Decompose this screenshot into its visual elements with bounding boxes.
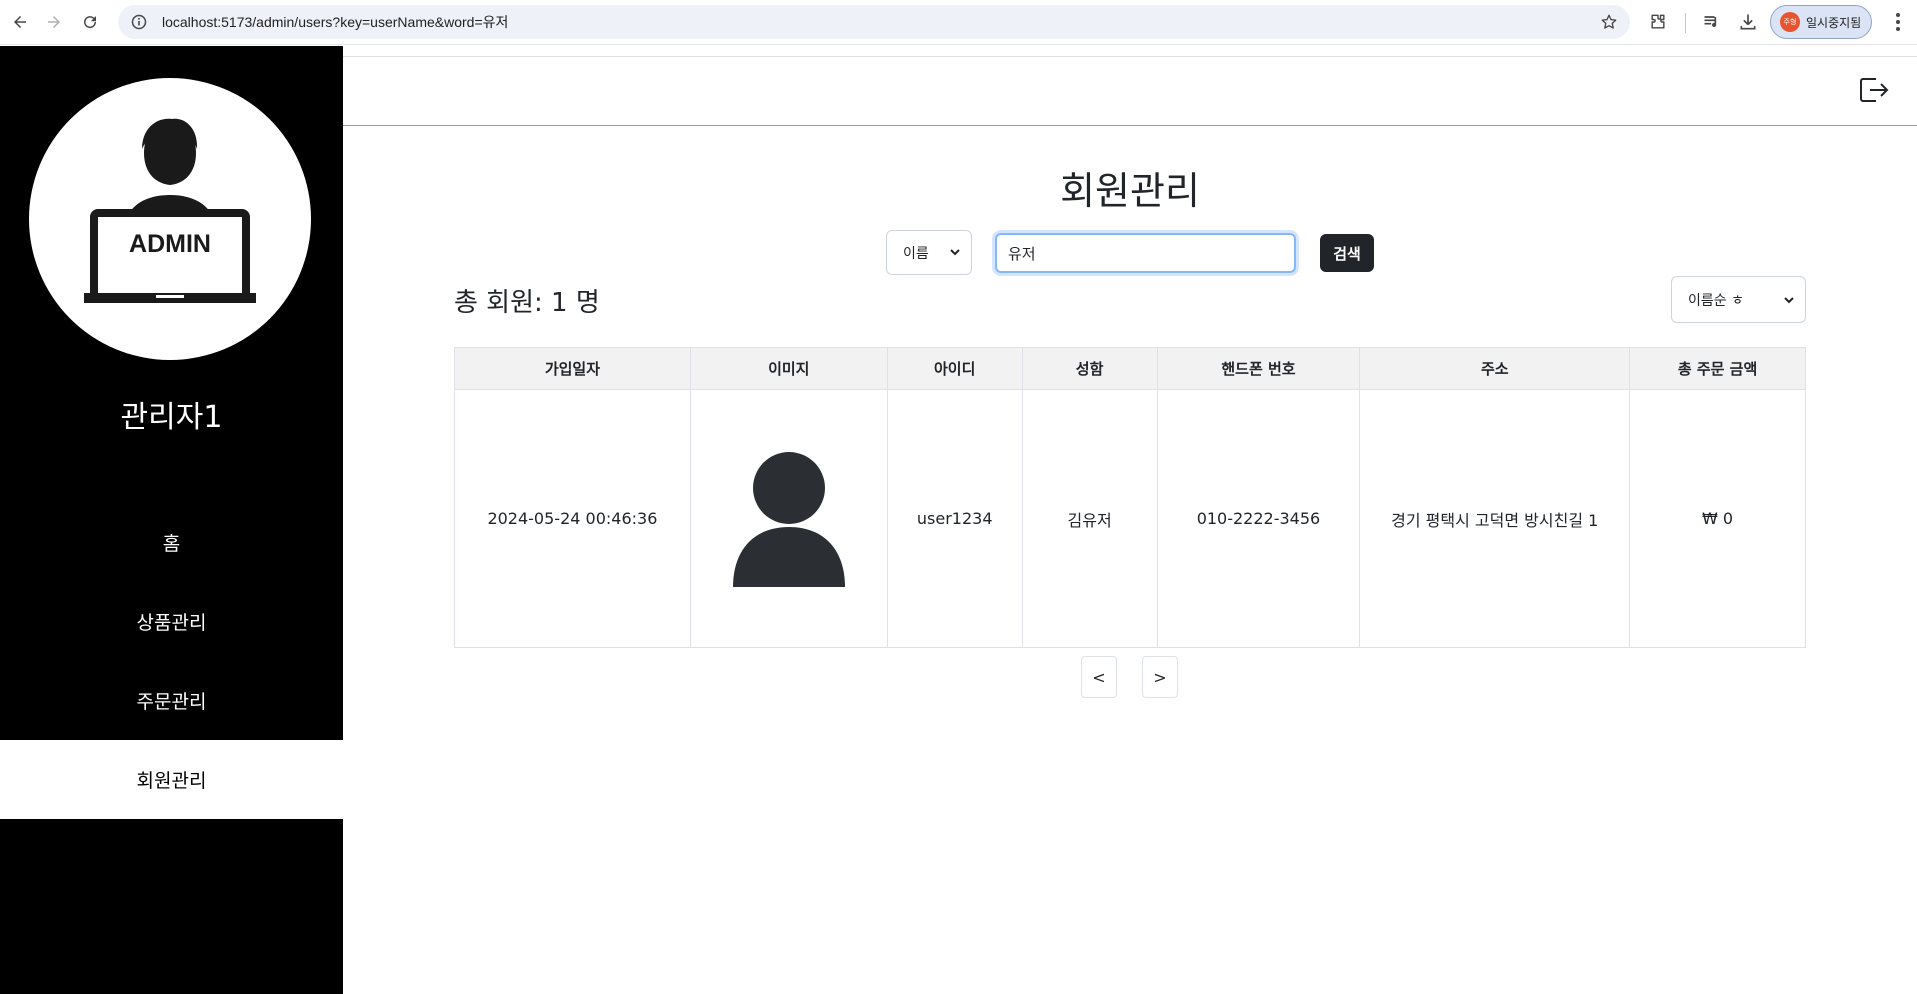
sidebar-item-products[interactable]: 상품관리: [0, 582, 343, 661]
reload-icon[interactable]: [78, 10, 102, 34]
cell-name: 김유저: [1021, 389, 1158, 648]
sidebar-item-home[interactable]: 홈: [0, 503, 343, 582]
search-key-value: 이름: [903, 245, 929, 262]
sidebar-item-orders[interactable]: 주문관리: [0, 661, 343, 740]
total-members-label: 총 회원: 1 명: [454, 288, 600, 318]
cell-phone: 010-2222-3456: [1156, 389, 1361, 648]
user-avatar-icon: [732, 451, 845, 587]
back-arrow-icon[interactable]: [8, 10, 32, 34]
media-queue-icon[interactable]: [1700, 10, 1724, 34]
admin-logo-text: ADMIN: [129, 230, 211, 258]
column-header-joined: 가입일자: [454, 347, 691, 390]
sidebar-item-label: 회원관리: [136, 770, 207, 792]
sidebar-item-members[interactable]: 회원관리: [0, 740, 343, 819]
column-header-id: 아이디: [886, 347, 1023, 390]
admin-avatar: ADMIN: [29, 78, 311, 360]
extensions-puzzle-icon[interactable]: [1646, 10, 1670, 34]
cell-total-order: ₩ 0: [1629, 389, 1806, 648]
column-header-phone: 핸드폰 번호: [1156, 347, 1361, 390]
sidebar-item-label: 주문관리: [136, 691, 207, 713]
sort-select[interactable]: 이름순 ㅎ: [1671, 276, 1806, 323]
url-text: localhost:5173/admin/users?key=userName&…: [162, 14, 509, 30]
logout-icon[interactable]: [1859, 77, 1889, 107]
next-page-button[interactable]: >: [1142, 656, 1178, 698]
prev-page-button[interactable]: <: [1081, 656, 1117, 698]
column-header-address: 주소: [1359, 347, 1631, 390]
table-row[interactable]: 2024-05-24 00:46:36 user1234 김유저 010-222…: [454, 389, 1806, 648]
search-input-value: 유저: [1008, 244, 1036, 263]
browser-toolbar: localhost:5173/admin/users?key=userName&…: [0, 0, 1917, 45]
profile-status-label: 일시중지됨: [1806, 15, 1862, 30]
sidebar-item-label: 상품관리: [136, 612, 207, 634]
more-menu-icon[interactable]: [1886, 10, 1910, 34]
bookmark-star-icon[interactable]: [1600, 13, 1618, 35]
address-bar[interactable]: localhost:5173/admin/users?key=userName&…: [118, 5, 1630, 39]
profile-chip[interactable]: 주형 일시중지됨: [1770, 5, 1872, 39]
profile-avatar: 주형: [1780, 12, 1800, 32]
cell-joined: 2024-05-24 00:46:36: [454, 389, 691, 648]
toolbar-divider: [1685, 13, 1686, 33]
admin-laptop-icon: [84, 118, 256, 303]
page-title: 회원관리: [1060, 169, 1200, 213]
cell-image: [689, 389, 888, 648]
column-header-total-order: 총 주문 금액: [1629, 347, 1806, 390]
sidebar-item-label: 홈: [162, 533, 181, 555]
admin-name: 관리자1: [120, 400, 223, 435]
sort-value: 이름순 ㅎ: [1688, 292, 1744, 309]
table-header-row: 가입일자 이미지 아이디 성함 핸드폰 번호 주소 총 주문 금액: [454, 347, 1806, 390]
chevron-down-icon: [1783, 294, 1795, 310]
main-header: [343, 56, 1917, 126]
column-header-image: 이미지: [689, 347, 888, 390]
forward-arrow-icon[interactable]: [42, 10, 66, 34]
cell-user-id: user1234: [886, 389, 1023, 648]
column-header-name: 성함: [1021, 347, 1158, 390]
search-input[interactable]: 유저: [995, 233, 1296, 273]
download-icon[interactable]: [1736, 10, 1760, 34]
site-info-icon[interactable]: [130, 13, 148, 31]
search-button[interactable]: 검색: [1320, 234, 1374, 272]
members-table: 가입일자 이미지 아이디 성함 핸드폰 번호 주소 총 주문 금액 2024-0…: [454, 347, 1806, 648]
search-key-select[interactable]: 이름: [886, 230, 972, 275]
cell-address: 경기 평택시 고덕면 방시친길 1: [1359, 389, 1631, 648]
admin-sidebar: ADMIN 관리자1 홈 상품관리 주문관리 회원관리: [0, 46, 343, 994]
chevron-down-icon: [949, 246, 961, 262]
